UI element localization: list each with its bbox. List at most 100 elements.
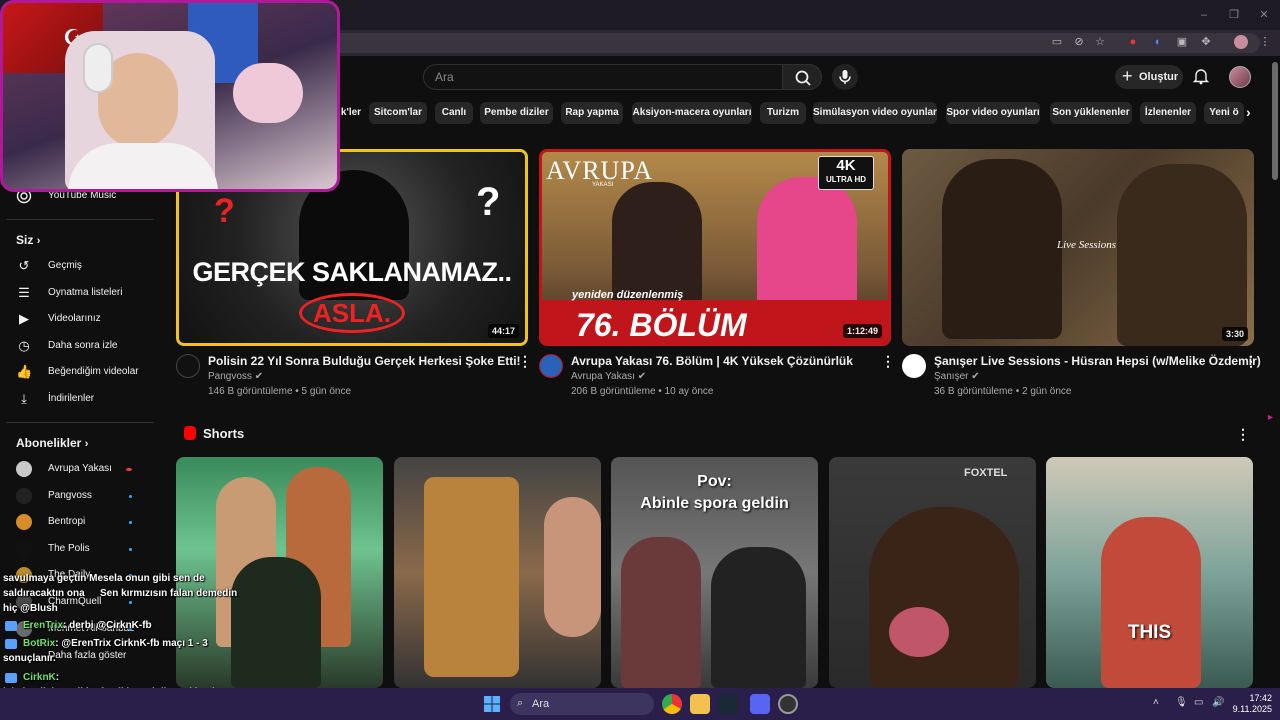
video-title[interactable]: Polisin 22 Yıl Sonra Bulduğu Gerçek Herk… <box>208 354 521 368</box>
close-icon[interactable]: ✕ <box>1256 8 1272 22</box>
video-title[interactable]: Şanışer Live Sessions - Hüsran Hepsi (w/… <box>934 354 1261 368</box>
filter-chip[interactable]: k'ler <box>340 102 362 124</box>
short-thumbnail[interactable]: THIS <box>1046 457 1253 688</box>
taskbar-search[interactable]: Ara <box>510 693 654 715</box>
steam-icon[interactable] <box>718 694 738 714</box>
thumbnail-text: GERÇEK SAKLANAMAZ.. <box>192 257 513 287</box>
search-input[interactable]: Ara <box>423 64 783 90</box>
clock-date: 9.11.2025 <box>1232 704 1272 714</box>
file-explorer-icon[interactable] <box>690 694 710 714</box>
video-thumbnail[interactable]: AVRUPA YAKASI 4K ULTRA HD yeniden düzenl… <box>539 149 891 346</box>
channel-avatar[interactable] <box>176 354 200 378</box>
chevron-right-icon: › <box>84 438 89 450</box>
channel-name[interactable]: Pangvoss ✔ <box>208 371 263 382</box>
discord-icon[interactable] <box>750 694 770 714</box>
new-content-dot-icon <box>129 547 132 551</box>
notifications-bell-icon[interactable] <box>1192 67 1210 85</box>
sidebar-subscriptions-heading[interactable]: Abonelikler › <box>16 436 88 450</box>
sidebar-subscription[interactable]: Avrupa Yakası <box>16 458 156 480</box>
duration-badge: 44:17 <box>487 324 519 338</box>
filter-chip[interactable]: Pembe diziler <box>480 102 553 124</box>
search-button[interactable] <box>782 64 822 90</box>
profile-avatar[interactable] <box>1234 35 1248 49</box>
short-thumbnail[interactable] <box>394 457 601 688</box>
address-bar[interactable] <box>330 33 1260 53</box>
short-thumbnail[interactable]: FOXTEL <box>829 457 1036 688</box>
filter-chip[interactable]: Canlı <box>435 102 473 124</box>
chat-message: sonuçlanır. <box>3 653 56 664</box>
windows-start-icon[interactable] <box>484 696 500 717</box>
sidebar-subscription[interactable]: The Polis <box>16 538 156 560</box>
extension-record-icon[interactable]: ● <box>1126 35 1140 49</box>
volume-icon[interactable]: 🔊 <box>1212 697 1224 708</box>
thumbnail-logo: Live Sessions <box>1057 239 1116 251</box>
account-avatar[interactable] <box>1229 66 1251 88</box>
sidebar-item[interactable]: ⤓ İndirilenler <box>16 388 156 410</box>
browser-menu-icon[interactable]: ⋮ <box>1258 35 1272 49</box>
filter-chip[interactable]: Son yüklenenler <box>1050 102 1132 124</box>
sidebar-item[interactable]: ↺ Geçmiş <box>16 255 156 277</box>
channel-name[interactable]: Şanışer ✔ <box>934 371 980 382</box>
sidebar-item[interactable]: ◷ Daha sonra izle <box>16 335 156 357</box>
short-thumbnail[interactable] <box>176 457 383 688</box>
channel-avatar <box>16 540 32 557</box>
filter-chip[interactable]: Simülasyon video oyunları <box>813 102 937 124</box>
maximize-icon[interactable]: ❐ <box>1226 8 1242 22</box>
sidebar-item[interactable]: ▶ Videolarınız <box>16 308 156 330</box>
puzzle-icon[interactable]: ✥ <box>1199 35 1213 49</box>
page-scrollbar[interactable] <box>1272 62 1278 180</box>
minimize-icon[interactable]: – <box>1196 8 1212 22</box>
chat-message: hiç @Blush <box>3 603 58 614</box>
chat-message: BotRix: @ErenTrix CirknK-fb maçı 1 - 3 <box>5 638 208 649</box>
bookmark-star-icon[interactable]: ☆ <box>1093 35 1107 49</box>
network-icon[interactable]: ▭ <box>1194 697 1203 708</box>
thumbnail-text: ASLA. <box>299 293 405 333</box>
more-options-icon[interactable]: ⋮ <box>518 354 532 368</box>
filter-chip[interactable]: İzlenenler <box>1140 102 1196 124</box>
more-options-icon[interactable]: ⋮ <box>881 354 895 368</box>
chevron-right-icon[interactable]: › <box>1246 104 1251 120</box>
sidebar-subscription[interactable]: Pangvoss <box>16 485 156 507</box>
more-options-icon[interactable]: ⋮ <box>1236 426 1250 443</box>
short-thumbnail[interactable]: Pov: Abinle spora geldin <box>611 457 818 688</box>
obs-icon[interactable] <box>778 694 798 714</box>
history-icon: ↺ <box>18 258 30 273</box>
filter-chip[interactable]: Sitcom'lar <box>369 102 427 124</box>
sidebar-divider <box>6 219 154 220</box>
chrome-icon[interactable] <box>662 694 682 714</box>
sidebar-item[interactable]: 👍 Beğendiğim videolar <box>16 361 156 383</box>
sidebar-you-heading[interactable]: Siz › <box>16 233 40 247</box>
sidebar-item-label: Avrupa Yakası <box>48 463 112 474</box>
extension-audio-icon[interactable]: ◖ <box>1150 35 1164 49</box>
extension-icon[interactable]: ▣ <box>1175 35 1189 49</box>
filter-chip[interactable]: Turizm <box>760 102 806 124</box>
chat-username: CirknK <box>23 672 56 683</box>
person <box>1117 164 1247 346</box>
filter-chip[interactable]: Aksiyon-macera oyunları <box>632 102 752 124</box>
chat-badge-icon <box>5 673 17 683</box>
microphone-icon[interactable]: 🎙 <box>1175 697 1188 708</box>
more-options-icon[interactable]: ⋮ <box>1244 354 1258 368</box>
sidebar-subscription[interactable]: Bentropi <box>16 511 156 533</box>
sidebar-item[interactable]: ☰ Oynatma listeleri <box>16 282 156 304</box>
short-overlay-text: THIS <box>1127 622 1172 643</box>
voice-search-button[interactable] <box>832 64 858 90</box>
filter-chip[interactable]: Spor video oyunları <box>946 102 1040 124</box>
duration-badge: 3:30 <box>1221 327 1248 341</box>
chevron-up-icon[interactable]: ˄ <box>1153 697 1159 708</box>
channel-name[interactable]: Avrupa Yakası ✔ <box>571 371 646 382</box>
video-thumbnail[interactable]: Live Sessions 3:30 <box>902 149 1254 346</box>
chat-text: : @ErenTrix CirknK-fb maçı 1 - 3 <box>55 638 208 649</box>
question-mark: ? <box>214 192 235 230</box>
channel-avatar[interactable] <box>539 354 563 378</box>
video-title[interactable]: Avrupa Yakası 76. Bölüm | 4K Yüksek Çözü… <box>571 354 853 368</box>
eye-off-icon[interactable]: ⊘ <box>1072 35 1086 49</box>
chat-text: hiç @Blush <box>3 603 58 614</box>
chat-message: savulmaya geçtin Mesela onun gibi sen de <box>3 573 205 584</box>
filter-chip[interactable]: Rap yapma <box>561 102 623 124</box>
screen-cast-icon[interactable]: ▭ <box>1050 35 1064 49</box>
shorts-icon <box>184 426 196 440</box>
filter-chip[interactable]: Yeni ö <box>1204 102 1244 124</box>
channel-avatar[interactable] <box>902 354 926 378</box>
taskbar-clock[interactable]: 17:42 9.11.2025 <box>1226 693 1272 715</box>
